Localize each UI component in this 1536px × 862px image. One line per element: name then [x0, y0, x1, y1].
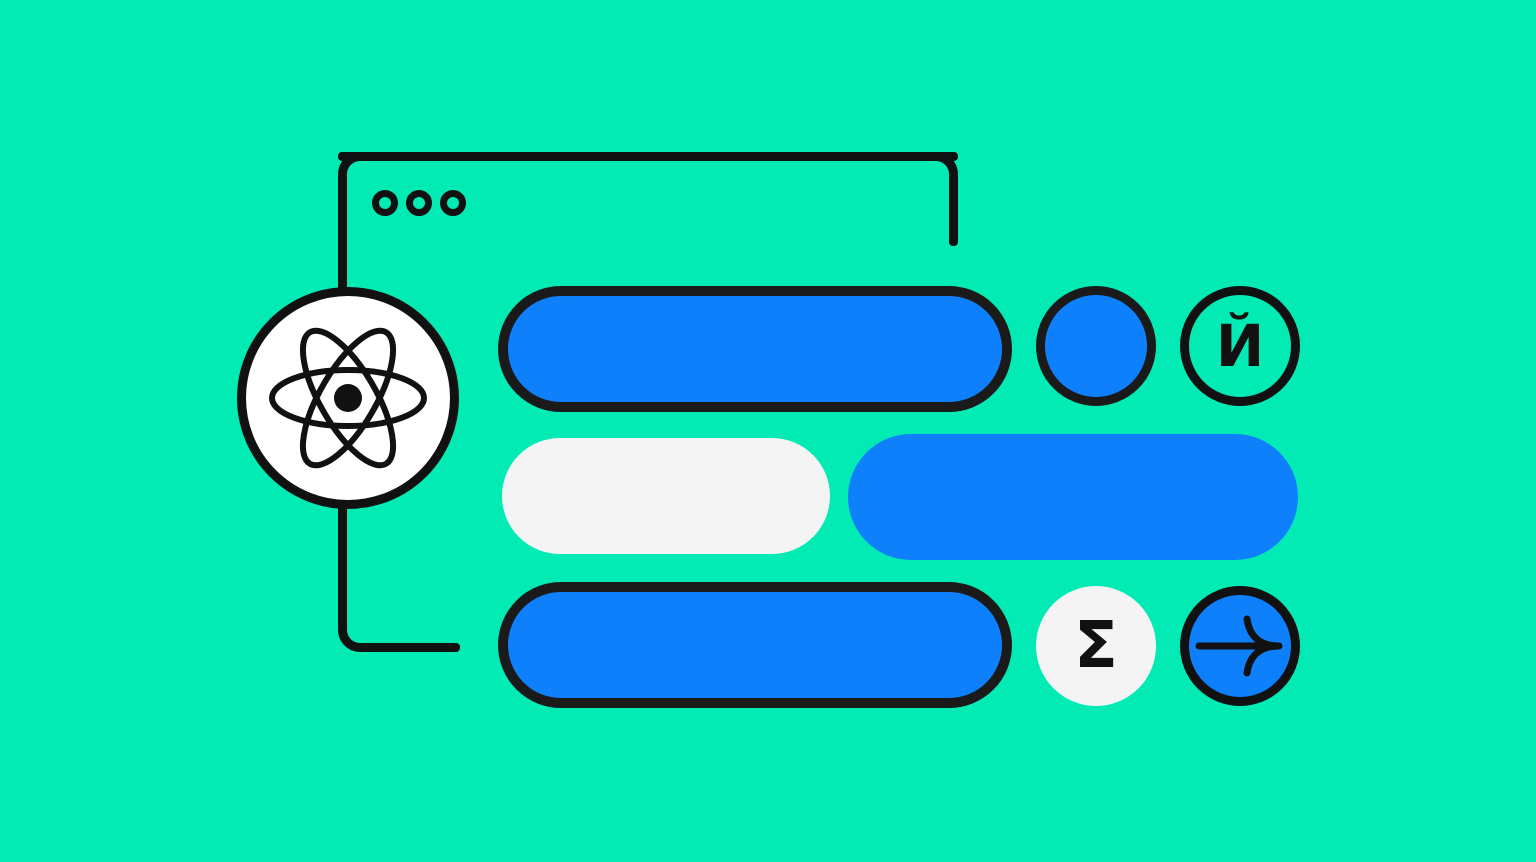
- light-input-bar[interactable]: [502, 438, 830, 554]
- blue-toggle-circle[interactable]: [1036, 286, 1156, 406]
- sigma-letter: Σ: [1074, 609, 1118, 683]
- window-dot-icon[interactable]: [406, 190, 432, 216]
- cyrillic-letter-badge[interactable]: Й: [1180, 286, 1300, 406]
- cyrillic-letter: Й: [1215, 312, 1265, 380]
- window-dot-icon[interactable]: [440, 190, 466, 216]
- react-logo-badge: [237, 287, 459, 509]
- arrow-button[interactable]: [1180, 586, 1300, 706]
- react-atom-icon: [269, 327, 427, 469]
- blue-input-bar-bottom[interactable]: [498, 582, 1012, 708]
- window-frame-top: [338, 152, 958, 161]
- window-dot-icon[interactable]: [372, 190, 398, 216]
- blue-input-bar-wide[interactable]: [848, 434, 1298, 560]
- blue-input-bar-top[interactable]: [498, 286, 1012, 412]
- window-frame-bottom: [370, 643, 460, 652]
- arrow-right-icon: [1195, 615, 1283, 677]
- sigma-badge[interactable]: Σ: [1036, 586, 1156, 706]
- window-frame-right: [949, 180, 958, 246]
